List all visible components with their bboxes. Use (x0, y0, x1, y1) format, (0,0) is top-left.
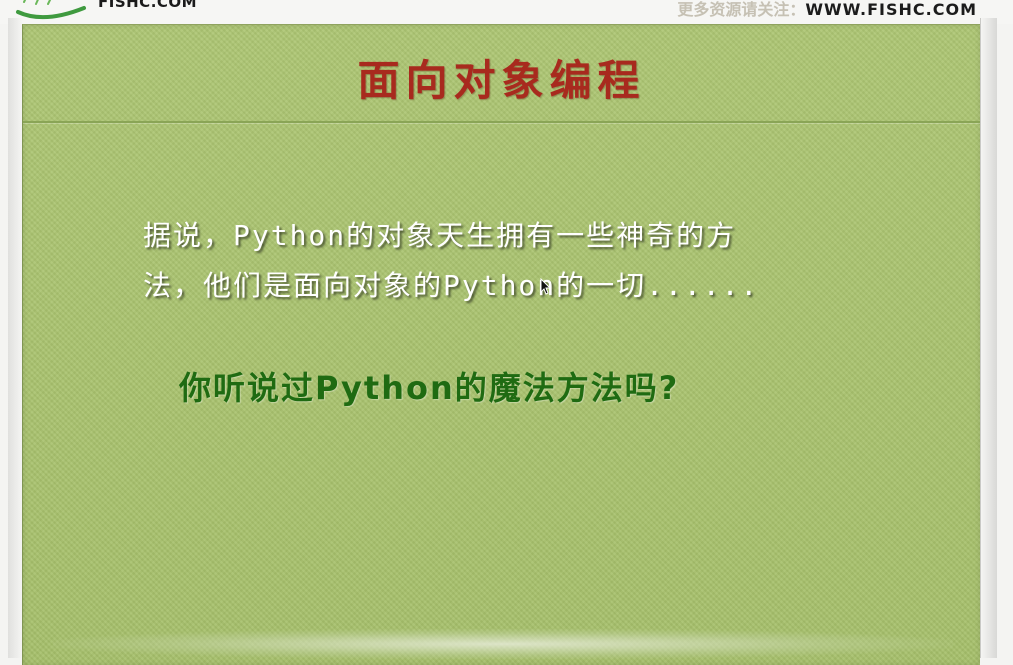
slide-canvas: 面向对象编程 据说，Python的对象天生拥有一些神奇的方 法，他们是面向对象的… (22, 24, 980, 665)
slide-title-band: 面向对象编程 (23, 25, 980, 123)
top-header: FISHC.COM 更多资源请关注：WWW.FISHC.COM (0, 0, 1013, 24)
mouse-pointer-icon (540, 278, 552, 295)
logo-text: FISHC.COM (98, 0, 198, 11)
slide-paragraph: 据说，Python的对象天生拥有一些神奇的方 法，他们是面向对象的Python的… (143, 211, 903, 311)
paragraph-line-2: 法，他们是面向对象的Python的一切...... (143, 269, 760, 302)
slide-title: 面向对象编程 (357, 56, 646, 105)
promo-banner: 更多资源请关注：WWW.FISHC.COM (677, 0, 977, 20)
promo-url-link[interactable]: WWW.FISHC.COM (805, 0, 977, 19)
window-frame-right (980, 18, 997, 658)
promo-label: 更多资源请关注： (677, 0, 806, 19)
window-frame-left (8, 18, 22, 658)
slide-bottom-shadow (53, 629, 953, 659)
slide-question: 你听说过Python的魔法方法吗? (179, 369, 680, 407)
paragraph-line-1: 据说，Python的对象天生拥有一些神奇的方 (143, 219, 737, 252)
